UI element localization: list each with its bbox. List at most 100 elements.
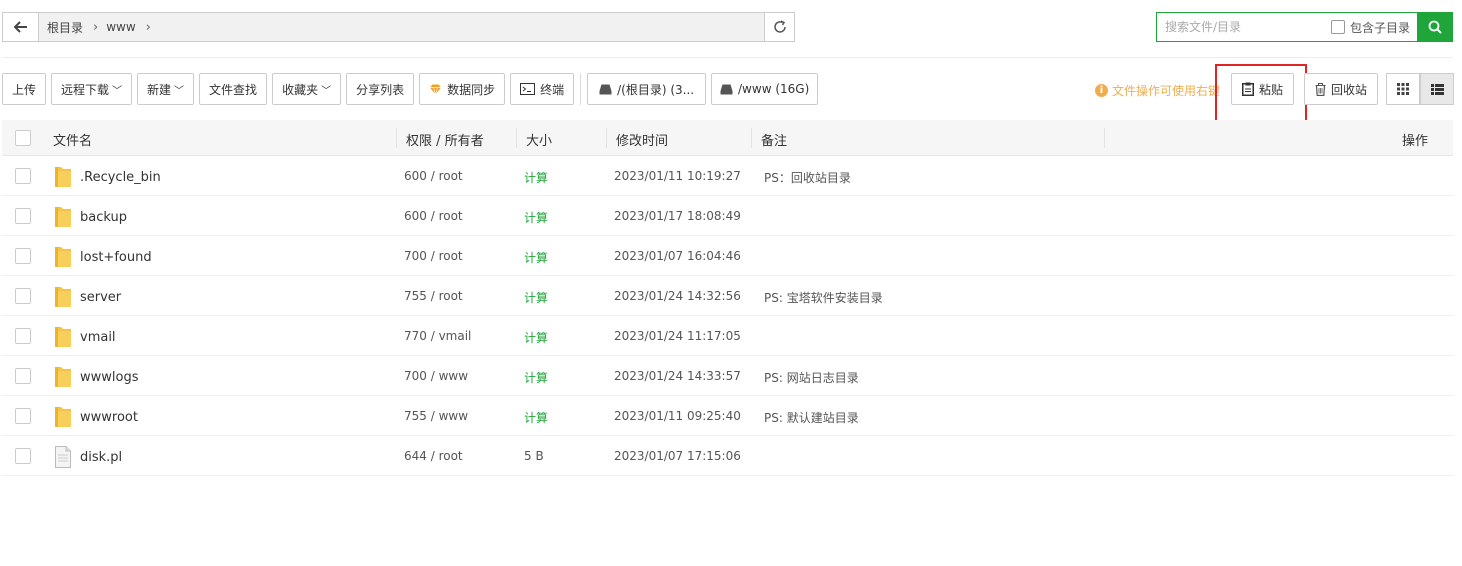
file-table: 文件名 权限 / 所有者 大小 修改时间 备注 操作 .Recycle_bin … [2, 120, 1453, 476]
context-menu-tip: i 文件操作可使用右键 [1095, 82, 1220, 99]
share-list-button[interactable]: 分享列表 [346, 73, 415, 105]
file-name[interactable]: wwwroot [54, 406, 138, 428]
table-body: .Recycle_bin 600 / root 计算 2023/01/11 10… [2, 156, 1453, 476]
search-button[interactable] [1417, 12, 1453, 42]
file-size[interactable]: 计算 [524, 289, 548, 306]
header-size[interactable]: 大小 [526, 130, 552, 149]
file-permission[interactable]: 644 / root [404, 449, 463, 463]
table-row[interactable]: .Recycle_bin 600 / root 计算 2023/01/11 10… [2, 156, 1453, 196]
file-permission[interactable]: 770 / vmail [404, 329, 471, 343]
file-mtime: 2023/01/11 10:19:27 [614, 169, 741, 183]
folder-icon [54, 366, 72, 388]
file-size: 5 B [524, 449, 544, 463]
favorites-button[interactable]: 收藏夹 ﹀ [272, 73, 342, 105]
file-mtime: 2023/01/11 09:25:40 [614, 409, 741, 423]
column-divider [1104, 128, 1105, 148]
file-name[interactable]: backup [54, 206, 127, 228]
file-size[interactable]: 计算 [524, 369, 548, 386]
file-name[interactable]: lost+found [54, 246, 152, 268]
crumb-www[interactable]: www › [106, 20, 151, 35]
file-name[interactable]: vmail [54, 326, 116, 348]
list-icon [1430, 83, 1444, 95]
file-size[interactable]: 计算 [524, 329, 548, 346]
folder-icon [54, 206, 72, 228]
file-permission[interactable]: 700 / www [404, 369, 468, 383]
file-search-button[interactable]: 文件查找 [199, 73, 268, 105]
disk-www-button[interactable]: /www (16G) [711, 73, 819, 105]
file-icon [54, 446, 72, 468]
table-row[interactable]: wwwlogs 700 / www 计算 2023/01/24 14:33:57… [2, 356, 1453, 396]
table-row[interactable]: disk.pl 644 / root 5 B 2023/01/07 17:15:… [2, 436, 1453, 476]
row-checkbox[interactable] [15, 208, 31, 224]
toolbar: 上传 远程下载 ﹀ 新建 ﹀ 文件查找 收藏夹 ﹀ 分享列表 数据同步 终端 /(根目… [2, 73, 823, 105]
data-sync-button[interactable]: 数据同步 [419, 73, 506, 105]
view-toggle [1386, 73, 1454, 105]
grid-icon [1397, 83, 1409, 95]
file-size[interactable]: 计算 [524, 409, 548, 426]
header-name[interactable]: 文件名 [53, 130, 92, 149]
info-icon: i [1095, 84, 1108, 97]
chevron-down-icon: ﹀ [321, 85, 332, 97]
upload-button[interactable]: 上传 [2, 73, 47, 105]
remote-download-button[interactable]: 远程下载 ﹀ [51, 73, 133, 105]
path-bar: 根目录 › www › [2, 12, 795, 42]
search-icon [1428, 20, 1442, 34]
breadcrumb: 根目录 › www › [39, 13, 764, 41]
file-permission[interactable]: 600 / root [404, 169, 463, 183]
file-size[interactable]: 计算 [524, 209, 548, 226]
table-row[interactable]: wwwroot 755 / www 计算 2023/01/11 09:25:40… [2, 396, 1453, 436]
file-name[interactable]: wwwlogs [54, 366, 139, 388]
table-row[interactable]: backup 600 / root 计算 2023/01/17 18:08:49 [2, 196, 1453, 236]
new-button[interactable]: 新建 ﹀ [137, 73, 195, 105]
file-size[interactable]: 计算 [524, 169, 548, 186]
disk-icon [599, 84, 612, 95]
recycle-bin-button[interactable]: 回收站 [1304, 73, 1378, 105]
header-ops: 操作 [1402, 134, 1429, 149]
file-name[interactable]: server [54, 286, 121, 308]
terminal-button[interactable]: 终端 [510, 73, 575, 105]
crumb-root[interactable]: 根目录 › [47, 19, 98, 36]
row-checkbox[interactable] [15, 248, 31, 264]
row-checkbox[interactable] [15, 288, 31, 304]
table-row[interactable]: server 755 / root 计算 2023/01/24 14:32:56… [2, 276, 1453, 316]
header-note: 备注 [761, 134, 788, 149]
disk-root-button[interactable]: /(根目录) (3... [587, 73, 707, 105]
file-note[interactable]: PS: 默认建站目录 [764, 409, 859, 426]
list-view-button[interactable] [1420, 73, 1454, 105]
file-size[interactable]: 计算 [524, 249, 548, 266]
row-checkbox[interactable] [15, 368, 31, 384]
terminal-icon [520, 83, 536, 95]
file-mtime: 2023/01/07 17:15:06 [614, 449, 741, 463]
row-checkbox[interactable] [15, 328, 31, 344]
row-checkbox[interactable] [15, 168, 31, 184]
file-note[interactable]: PS: 网站日志目录 [764, 369, 859, 386]
file-permission[interactable]: 755 / www [404, 409, 468, 423]
arrow-left-icon [13, 21, 27, 33]
file-mtime: 2023/01/24 14:33:57 [614, 369, 741, 383]
disk-icon [720, 84, 733, 95]
file-mtime: 2023/01/24 11:17:05 [614, 329, 741, 343]
file-name[interactable]: .Recycle_bin [54, 166, 161, 188]
table-row[interactable]: lost+found 700 / root 计算 2023/01/07 16:0… [2, 236, 1453, 276]
file-name[interactable]: disk.pl [54, 446, 122, 468]
table-header: 文件名 权限 / 所有者 大小 修改时间 备注 操作 [2, 120, 1453, 156]
header-mtime[interactable]: 修改时间 [616, 130, 668, 149]
file-mtime: 2023/01/07 16:04:46 [614, 249, 741, 263]
row-checkbox[interactable] [15, 408, 31, 424]
file-note[interactable]: PS：回收站目录 [764, 169, 851, 186]
file-permission[interactable]: 600 / root [404, 209, 463, 223]
diamond-icon [429, 84, 442, 95]
search-input[interactable] [1157, 13, 1325, 41]
grid-view-button[interactable] [1386, 73, 1420, 105]
include-subdir-checkbox[interactable]: 包含子目录 [1331, 19, 1410, 36]
header-perm[interactable]: 权限 / 所有者 [406, 130, 484, 149]
row-checkbox[interactable] [15, 448, 31, 464]
table-row[interactable]: vmail 770 / vmail 计算 2023/01/24 11:17:05 [2, 316, 1453, 356]
refresh-button[interactable] [764, 13, 794, 41]
file-permission[interactable]: 755 / root [404, 289, 463, 303]
file-permission[interactable]: 700 / root [404, 249, 463, 263]
select-all-checkbox[interactable] [15, 130, 31, 146]
chevron-right-icon: › [145, 19, 151, 35]
back-button[interactable] [3, 13, 39, 41]
file-note[interactable]: PS: 宝塔软件安装目录 [764, 289, 883, 306]
